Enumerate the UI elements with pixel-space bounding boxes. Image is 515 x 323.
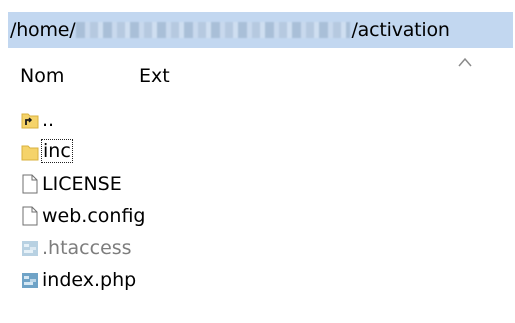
script-icon — [22, 273, 38, 288]
column-header-name[interactable]: Nom — [20, 65, 64, 87]
column-header: Nom Ext — [8, 52, 513, 96]
sort-ascending-icon — [458, 57, 472, 67]
path-suffix: /activation — [351, 19, 450, 41]
list-item-parent[interactable]: .. — [8, 104, 513, 136]
list-item-index-php[interactable]: index.php — [8, 264, 513, 296]
list-item-web-config[interactable]: web.config — [8, 200, 513, 232]
path-bar[interactable]: /home/ /activation — [8, 12, 513, 48]
list-item-label: LICENSE — [42, 173, 122, 195]
list-item-label: .. — [42, 109, 55, 131]
file-icon — [22, 206, 38, 226]
list-item-license[interactable]: LICENSE — [8, 168, 513, 200]
list-item-label: inc — [41, 139, 73, 163]
path-prefix: /home/ — [10, 19, 76, 41]
list-item-inc[interactable]: inc — [8, 136, 513, 168]
redacted-path-segment — [76, 22, 351, 38]
list-item-label: web.config — [42, 205, 146, 227]
list-item-label: .htaccess — [42, 237, 132, 259]
file-icon — [22, 174, 38, 194]
list-item-htaccess[interactable]: .htaccess — [8, 232, 513, 264]
script-icon — [22, 241, 38, 256]
folder-icon — [21, 145, 39, 161]
file-list: .. inc LICENSE web.config .htaccess inde… — [8, 104, 513, 296]
column-header-ext[interactable]: Ext — [139, 65, 170, 87]
parent-folder-icon — [21, 113, 39, 129]
list-item-label: index.php — [42, 269, 137, 291]
